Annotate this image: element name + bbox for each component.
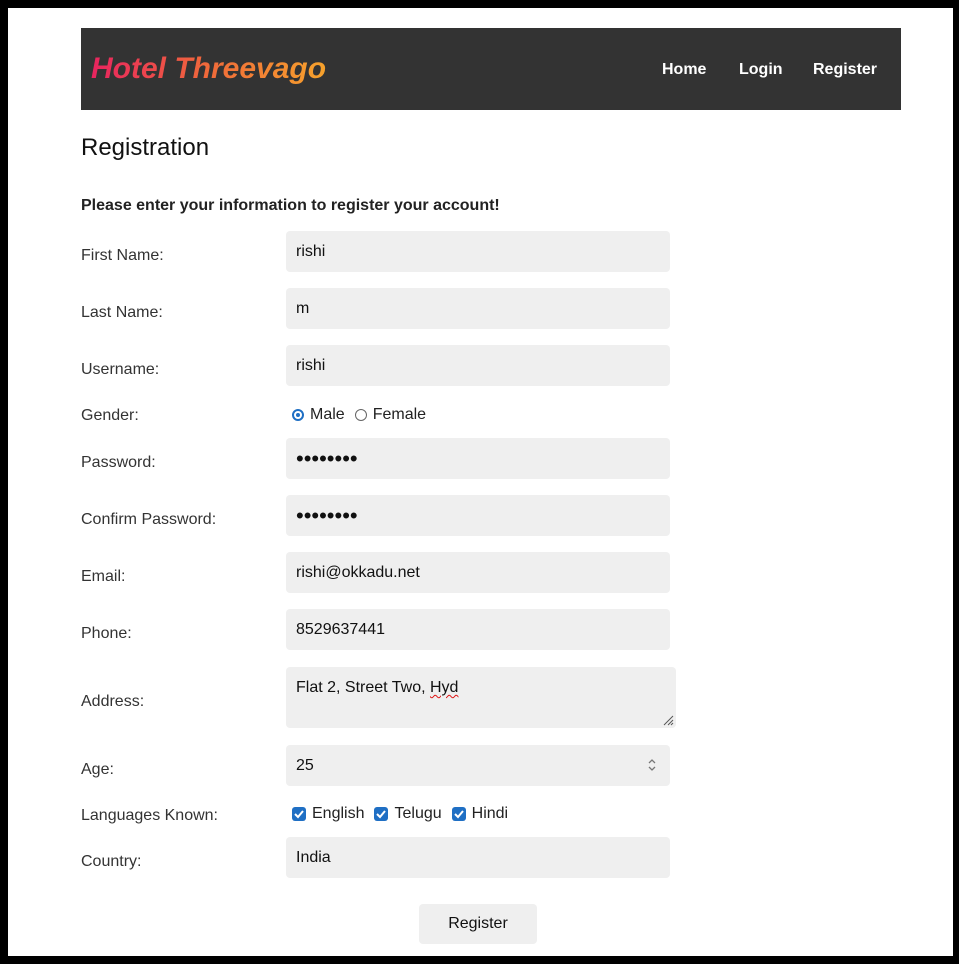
nav-link-login[interactable]: Login [739, 61, 783, 79]
first-name-value: rishi [296, 242, 326, 260]
hindi-checkbox[interactable] [451, 807, 466, 821]
nav-link-home[interactable]: Home [662, 61, 706, 79]
intro-text: Please enter your information to registe… [81, 197, 500, 214]
confirm-password-input[interactable]: •••••••• [286, 495, 670, 536]
checkmark-icon [453, 810, 464, 819]
password-label: Password: [81, 454, 156, 471]
languages-options: English Telugu Hindi [290, 805, 516, 823]
last-name-input[interactable]: m [286, 288, 670, 329]
country-input[interactable]: India [286, 837, 670, 878]
username-label: Username: [81, 361, 160, 378]
address-label: Address: [81, 693, 145, 710]
first-name-label: First Name: [81, 247, 164, 264]
password-input[interactable]: •••••••• [286, 438, 670, 479]
english-label[interactable]: English [312, 805, 364, 823]
country-label: Country: [81, 853, 142, 870]
languages-label: Languages Known: [81, 807, 218, 824]
checkmark-icon [376, 810, 387, 819]
gender-female-radio[interactable] [354, 409, 367, 421]
phone-value: 8529637441 [296, 620, 385, 638]
brand-logo[interactable]: Hotel Threevago [91, 52, 326, 86]
address-spellcheck-word: Hyd [429, 679, 459, 696]
gender-label: Gender: [81, 407, 139, 424]
last-name-value: m [296, 299, 310, 317]
password-value: •••••••• [296, 445, 358, 471]
nav-link-register[interactable]: Register [813, 61, 877, 79]
age-input[interactable]: 25 [286, 745, 670, 786]
english-checkbox[interactable] [292, 807, 306, 821]
gender-options: Male Female [290, 406, 434, 424]
address-textarea[interactable]: Flat 2, Street Two, Hyd [286, 667, 676, 728]
email-value: rishi@okkadu.net [296, 563, 420, 581]
page: Hotel Threevago Home Login Register Regi… [8, 8, 953, 956]
gender-male-label[interactable]: Male [310, 406, 345, 424]
confirm-password-label: Confirm Password: [81, 511, 217, 528]
age-label: Age: [81, 761, 114, 778]
telugu-checkbox[interactable] [374, 807, 389, 821]
email-label: Email: [81, 568, 126, 585]
phone-label: Phone: [81, 625, 132, 642]
gender-male-radio[interactable] [292, 409, 304, 421]
first-name-input[interactable]: rishi [286, 231, 670, 272]
hindi-label[interactable]: Hindi [472, 805, 508, 823]
page-title: Registration [81, 134, 210, 161]
country-value: India [296, 848, 331, 866]
checkmark-icon [294, 810, 304, 819]
confirm-password-value: •••••••• [296, 502, 358, 528]
navbar: Hotel Threevago Home Login Register [81, 28, 901, 110]
spinner-arrows-icon[interactable] [646, 756, 658, 774]
last-name-label: Last Name: [81, 304, 163, 321]
register-button[interactable]: Register [419, 904, 537, 944]
telugu-label[interactable]: Telugu [394, 805, 441, 823]
username-value: rishi [296, 356, 326, 374]
age-value: 25 [296, 756, 314, 774]
address-value: Flat 2, Street Two, [296, 679, 430, 696]
username-input[interactable]: rishi [286, 345, 670, 386]
resize-handle-icon[interactable] [662, 714, 674, 726]
email-input[interactable]: rishi@okkadu.net [286, 552, 670, 593]
gender-female-label[interactable]: Female [373, 406, 426, 424]
phone-input[interactable]: 8529637441 [286, 609, 670, 650]
